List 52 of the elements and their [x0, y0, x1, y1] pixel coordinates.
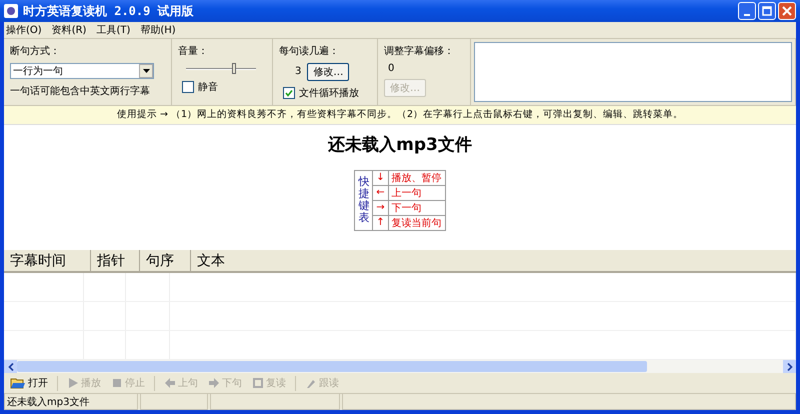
- toolbar-button[interactable]: 打开: [6, 375, 52, 392]
- horizontal-scrollbar[interactable]: [4, 360, 796, 374]
- repeat-count: 3: [295, 66, 302, 78]
- pen-icon: [305, 377, 317, 390]
- offset-value: 0: [388, 62, 396, 74]
- menu-item[interactable]: 操作(O): [6, 22, 42, 37]
- minimize-button[interactable]: [738, 2, 756, 20]
- shortcut-action: 复读当前句: [392, 218, 442, 229]
- mute-checkbox[interactable]: 静音: [182, 80, 266, 94]
- maximize-icon: [762, 6, 772, 16]
- loop-checkbox[interactable]: 文件循环播放: [283, 86, 371, 100]
- square-icon: [252, 377, 264, 390]
- menu-item[interactable]: 资料(R): [52, 22, 86, 37]
- maximize-button[interactable]: [758, 2, 776, 20]
- close-icon: [782, 6, 792, 16]
- shortcut-key: ↑: [376, 217, 385, 228]
- shortcut-action: 下一句: [392, 202, 422, 214]
- status-text: 还未载入mp3文件: [4, 394, 138, 410]
- column-header[interactable]: 文本: [191, 250, 796, 272]
- caret-icon: [142, 68, 150, 73]
- shortcut-key: ↓: [376, 172, 385, 184]
- shortcut-table-title: 快捷键表: [358, 176, 370, 225]
- app-icon: [4, 4, 18, 18]
- text-area[interactable]: [474, 42, 792, 102]
- split-mode-dropdown[interactable]: 一行为一句: [10, 62, 154, 79]
- folder-icon: [10, 376, 26, 390]
- minimize-icon: [744, 14, 750, 16]
- shortcut-key: ←: [376, 187, 385, 198]
- column-header[interactable]: 句序: [140, 250, 191, 272]
- repeat-label: 每句读几遍：: [279, 44, 340, 58]
- shortcut-action: 上一句: [392, 188, 422, 199]
- menu-item[interactable]: 工具(T): [96, 22, 130, 37]
- column-header[interactable]: 字幕时间: [4, 250, 91, 272]
- shortcut-action: 播放、暂停: [392, 172, 442, 184]
- volume-label: 音量：: [178, 44, 209, 58]
- usage-hint: 使用提示 → （1）网上的资料良莠不齐，有些资料字幕不同步。（2）在字幕行上点击鼠标右键，可弹出复制、编辑、跳转菜单。: [116, 108, 684, 122]
- right-arrow-icon: [208, 377, 220, 390]
- column-header[interactable]: 指针: [91, 250, 140, 272]
- offset-label: 调整字幕偏移：: [384, 44, 455, 58]
- window-title: 时方英语复读机 2.0.9 试用版: [23, 2, 194, 20]
- split-mode-note: 一句话可能包含中英文两行字幕: [10, 84, 151, 98]
- shortcut-key: →: [376, 202, 385, 214]
- status-message: 还未载入mp3文件: [328, 134, 472, 156]
- play-icon: [67, 377, 79, 390]
- volume-slider[interactable]: [186, 62, 256, 75]
- edit-button[interactable]: 修改…: [307, 62, 350, 81]
- split-mode-label: 断句方式：: [10, 44, 61, 58]
- stop-icon: [111, 377, 123, 390]
- close-button[interactable]: [778, 2, 796, 20]
- check-icon: [285, 88, 293, 97]
- menu-item[interactable]: 帮助(H): [140, 22, 176, 37]
- left-arrow-icon: [164, 377, 176, 390]
